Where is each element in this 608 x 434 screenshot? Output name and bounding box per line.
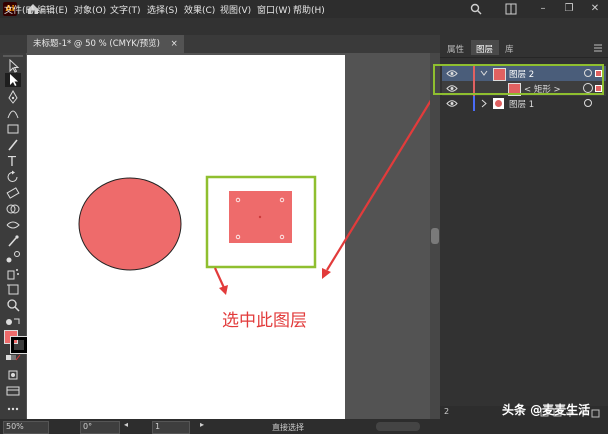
layer-name[interactable]: 图层 1 — [509, 98, 534, 110]
delete-layer-icon — [591, 409, 600, 418]
rectangle-center-point — [258, 215, 262, 219]
layer-color-bar — [473, 96, 475, 111]
target-icon[interactable] — [584, 99, 592, 107]
annotation-arrowhead-short — [219, 285, 228, 295]
tab-layers[interactable]: 图层 — [476, 43, 493, 55]
current-tool-label: 直接选择 — [272, 423, 304, 432]
ellipse-shape[interactable] — [78, 177, 182, 271]
visibility-eye-icon[interactable] — [446, 99, 458, 108]
zoom-select[interactable]: 50% — [3, 421, 49, 434]
annotation-arrow-long — [326, 96, 434, 271]
panel-menu-icon[interactable] — [593, 43, 603, 56]
horizontal-scrollbar[interactable] — [376, 422, 420, 431]
tab-libraries[interactable]: 库 — [505, 43, 514, 55]
artboard-select[interactable]: 1 — [152, 421, 190, 434]
status-bar: 50% 0° ◂ 1 ▸ 直接选择 — [0, 419, 608, 434]
artboard-number: 1 — [155, 422, 161, 431]
collapse-chevron-icon[interactable] — [481, 99, 488, 108]
rotation-select[interactable]: 0° — [80, 421, 120, 434]
layer-highlight-box — [433, 64, 604, 95]
panel-divider — [440, 57, 608, 58]
artboard-nav-prev-icon[interactable]: ◂ — [124, 420, 128, 429]
zoom-value: 50% — [6, 422, 24, 431]
layer-row-layer1[interactable]: 图层 1 — [442, 96, 606, 111]
artboard-nav-next-icon[interactable]: ▸ — [200, 420, 204, 429]
tab-properties[interactable]: 属性 — [447, 43, 464, 55]
rotation-value: 0° — [83, 422, 93, 431]
annotation-text: 选中此图层 — [222, 311, 307, 331]
layer-thumbnail — [493, 98, 504, 109]
watermark: 头条 @麦麦生活 — [502, 403, 591, 417]
layer-count: 2 — [444, 407, 450, 416]
vertical-scroll-thumb[interactable] — [431, 228, 439, 244]
